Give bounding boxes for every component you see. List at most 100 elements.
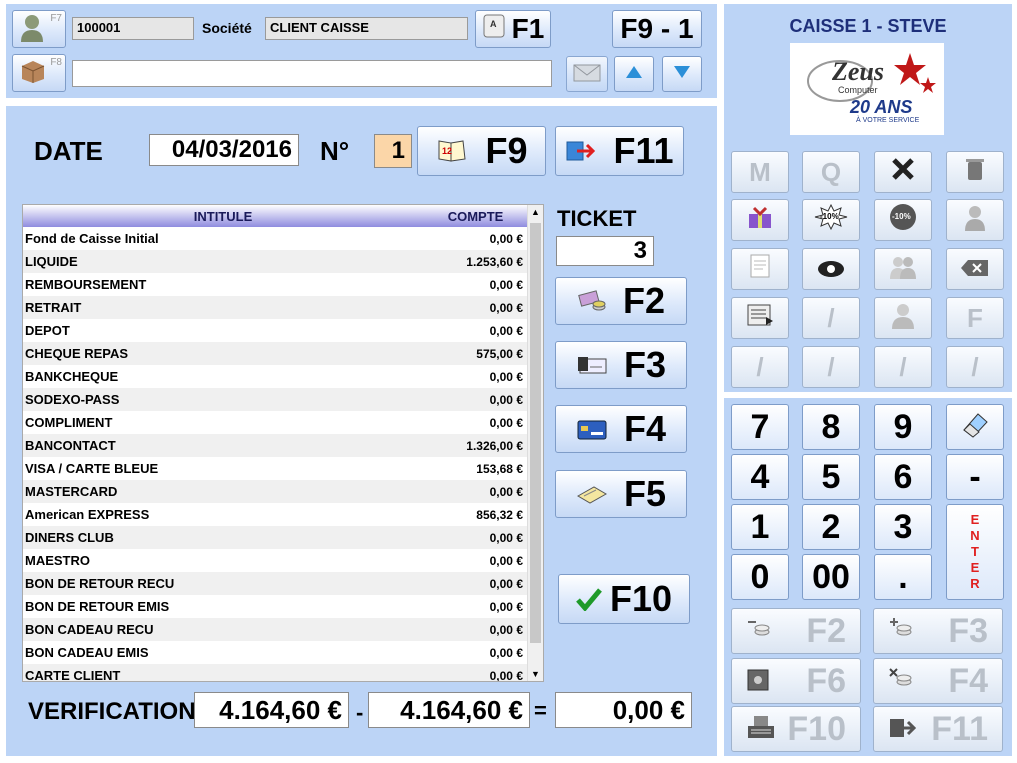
number-field[interactable]: 1 xyxy=(374,134,412,168)
table-row[interactable]: BON CADEAU RECU 0,00 € xyxy=(23,618,543,641)
key-6[interactable]: 6 xyxy=(874,454,932,500)
table-row[interactable]: American EXPRESS 856,32 € xyxy=(23,503,543,526)
scroll-down-arrow-icon[interactable]: ▼ xyxy=(531,669,540,679)
table-row[interactable]: REMBOURSEMENT 0,00 € xyxy=(23,273,543,296)
key-5[interactable]: 5 xyxy=(802,454,860,500)
table-row[interactable]: CHEQUE REPAS 575,00 € xyxy=(23,342,543,365)
scroll-up-arrow-icon[interactable]: ▲ xyxy=(531,207,540,217)
table-row[interactable]: BON CADEAU EMIS 0,00 € xyxy=(23,641,543,664)
gift-button[interactable] xyxy=(731,199,789,241)
users-group-button[interactable] xyxy=(874,248,932,290)
row-intitule: CARTE CLIENT xyxy=(25,668,121,682)
verification-label: VERIFICATION xyxy=(28,698,196,725)
table-row[interactable]: MAESTRO 0,00 € xyxy=(23,549,543,572)
table-row[interactable]: Fond de Caisse Initial 0,00 € xyxy=(23,227,543,250)
f9-1-button[interactable]: F9 - 1 xyxy=(612,10,702,48)
table-row[interactable]: MASTERCARD 0,00 € xyxy=(23,480,543,503)
triangle-down-icon xyxy=(673,65,691,84)
f6-bottom-button[interactable]: F6 xyxy=(731,658,861,704)
f1-label: F1 xyxy=(511,13,545,44)
gift-icon xyxy=(746,204,774,237)
f10-bottom-button[interactable]: F10 xyxy=(731,706,861,752)
accounts-table[interactable]: INTITULE COMPTE Fond de Caisse Initial 0,… xyxy=(22,204,544,682)
date-field[interactable]: 04/03/2016 xyxy=(149,134,299,166)
key-9[interactable]: 9 xyxy=(874,404,932,450)
key-dot[interactable]: . xyxy=(874,554,932,600)
f3-side-button[interactable]: F3 xyxy=(555,341,687,389)
table-row[interactable]: LIQUIDE 1.253,60 € xyxy=(23,250,543,273)
table-row[interactable]: CARTE CLIENT 0,00 € xyxy=(23,664,543,682)
table-row[interactable]: DINERS CLUB 0,00 € xyxy=(23,526,543,549)
user-button[interactable] xyxy=(946,199,1004,241)
table-row[interactable]: DEPOT 0,00 € xyxy=(23,319,543,342)
row-intitule: BON CADEAU RECU xyxy=(25,622,154,637)
row-intitule: REMBOURSEMENT xyxy=(25,277,147,292)
backspace-button[interactable] xyxy=(946,248,1004,290)
arrow-up-button[interactable] xyxy=(614,56,654,92)
discount-badge-button[interactable]: -10% xyxy=(802,199,860,241)
f4-side-button[interactable]: F4 xyxy=(555,405,687,453)
slash-button-4[interactable]: / xyxy=(874,346,932,388)
slash-button-1[interactable]: / xyxy=(802,297,860,339)
row-intitule: BON DE RETOUR EMIS xyxy=(25,599,170,614)
table-row[interactable]: RETRAIT 0,00 € xyxy=(23,296,543,319)
logo-years: 20 ANS xyxy=(850,97,913,117)
key-minus[interactable]: - xyxy=(946,454,1004,500)
f2-bottom-button[interactable]: F2 xyxy=(731,608,861,654)
enter-key[interactable]: ENTER xyxy=(946,504,1004,600)
table-row[interactable]: BON DE RETOUR EMIS 0,00 € xyxy=(23,595,543,618)
client-f7-button[interactable]: F7 xyxy=(12,10,66,48)
m-button[interactable]: M xyxy=(731,151,789,193)
table-row[interactable]: BANCONTACT 1.326,00 € xyxy=(23,434,543,457)
delete-line-button[interactable] xyxy=(874,151,932,193)
key-0[interactable]: 0 xyxy=(731,554,789,600)
row-intitule: Fond de Caisse Initial xyxy=(25,231,159,246)
f11-button[interactable]: F11 xyxy=(555,126,684,176)
f11-bottom-button[interactable]: F11 xyxy=(873,706,1003,752)
societe-field[interactable]: CLIENT CAISSE xyxy=(265,17,468,40)
slash-button-5[interactable]: / xyxy=(946,346,1004,388)
f10-validate-button[interactable]: F10 xyxy=(558,574,690,624)
trash-button[interactable] xyxy=(946,151,1004,193)
ticket-field[interactable]: 3 xyxy=(556,236,654,266)
scroll-thumb[interactable] xyxy=(530,223,541,643)
eraser-key[interactable] xyxy=(946,404,1004,450)
f5-side-button[interactable]: F5 xyxy=(555,470,687,518)
key-1[interactable]: 1 xyxy=(731,504,789,550)
table-row[interactable]: COMPLIMENT 0,00 € xyxy=(23,411,543,434)
key-3[interactable]: 3 xyxy=(874,504,932,550)
discount-circle-button[interactable]: -10% xyxy=(874,199,932,241)
key-8[interactable]: 8 xyxy=(802,404,860,450)
key-7[interactable]: 7 xyxy=(731,404,789,450)
table-row[interactable]: SODEXO-PASS 0,00 € xyxy=(23,388,543,411)
key-00[interactable]: 00 xyxy=(802,554,860,600)
f3-bottom-button[interactable]: F3 xyxy=(873,608,1003,654)
seller-button[interactable] xyxy=(874,297,932,339)
slash-button-2[interactable]: / xyxy=(731,346,789,388)
key-4[interactable]: 4 xyxy=(731,454,789,500)
slash-button-3[interactable]: / xyxy=(802,346,860,388)
credit-card-icon xyxy=(576,408,608,450)
table-row[interactable]: BON DE RETOUR RECU 0,00 € xyxy=(23,572,543,595)
arrow-down-button[interactable] xyxy=(662,56,702,92)
search-input[interactable] xyxy=(72,60,552,87)
table-row[interactable]: BANKCHEQUE 0,00 € xyxy=(23,365,543,388)
table-scrollbar[interactable]: ▲ ▼ xyxy=(527,205,543,681)
f4-bottom-button[interactable]: F4 xyxy=(873,658,1003,704)
document-button[interactable] xyxy=(731,248,789,290)
f9-button[interactable]: 12 F9 xyxy=(417,126,546,176)
f2-side-button[interactable]: F2 xyxy=(555,277,687,325)
client-code-field[interactable]: 100001 xyxy=(72,17,194,40)
key-2[interactable]: 2 xyxy=(802,504,860,550)
q-button[interactable]: Q xyxy=(802,151,860,193)
list-button[interactable] xyxy=(731,297,789,339)
table-row[interactable]: VISA / CARTE BLEUE 153,68 € xyxy=(23,457,543,480)
f-button[interactable]: F xyxy=(946,297,1004,339)
f3-side-label: F3 xyxy=(623,344,666,385)
message-button[interactable] xyxy=(566,56,608,92)
table-body: Fond de Caisse Initial 0,00 € LIQUIDE 1.253… xyxy=(23,227,543,682)
article-f8-button[interactable]: F8 xyxy=(12,54,66,92)
view-button[interactable] xyxy=(802,248,860,290)
f1-button[interactable]: A F1 xyxy=(475,10,551,48)
f2-side-label: F2 xyxy=(622,280,665,321)
